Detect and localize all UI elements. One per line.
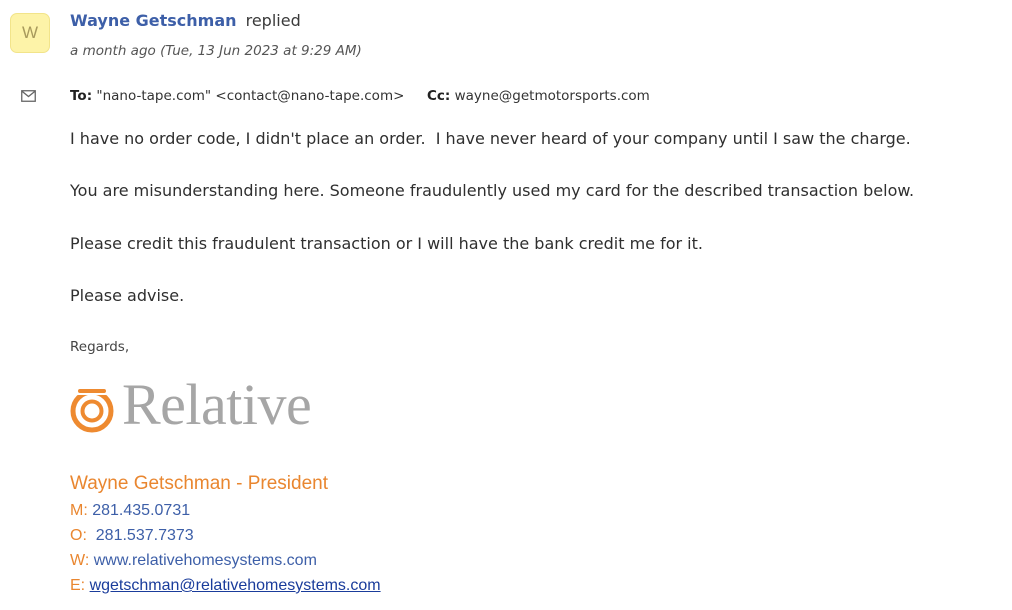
office-label: O: xyxy=(70,527,87,544)
reply-action-text: replied xyxy=(245,11,301,30)
avatar-letter: W xyxy=(21,23,39,42)
to-recipient[interactable]: "nano-tape.com" <contact@nano-tape.com> xyxy=(96,88,404,104)
website-text: www.relativehomesystems.com xyxy=(93,552,317,569)
to-label: To: xyxy=(70,88,93,104)
body-paragraph: Please credit this fraudulent transactio… xyxy=(70,234,703,253)
body-paragraph: I have no order code, I didn't place an … xyxy=(70,129,911,148)
email-link[interactable]: wgetschman@relativehomesystems.com xyxy=(90,577,381,594)
cc-recipient[interactable]: wayne@getmotorsports.com xyxy=(455,88,650,104)
office-number: 281.537.7373 xyxy=(95,527,194,544)
company-logo: Relative xyxy=(70,372,330,438)
signature-office: O: 281.537.7373 xyxy=(70,527,194,545)
avatar[interactable]: W xyxy=(10,13,50,53)
body-paragraph: You are misunderstanding here. Someone f… xyxy=(70,181,915,200)
signature-email: E: wgetschman@relativehomesystems.com xyxy=(70,577,381,595)
message-header: Wayne Getschman replied xyxy=(70,11,301,30)
regards-text: Regards, xyxy=(70,339,130,355)
mobile-label: M: xyxy=(70,502,88,519)
web-label: W: xyxy=(70,552,90,569)
mobile-number: 281.435.0731 xyxy=(92,502,191,519)
power-ring-icon xyxy=(70,389,114,433)
recipients-line: To: "nano-tape.com" <contact@nano-tape.c… xyxy=(70,88,650,104)
signature-name-title: Wayne Getschman - President xyxy=(70,473,329,494)
email-label: E: xyxy=(70,577,86,594)
logo-wordmark: Relative xyxy=(122,372,312,437)
cc-label: Cc: xyxy=(427,88,451,104)
signature-mobile: M: 281.435.0731 xyxy=(70,502,190,520)
envelope-icon xyxy=(21,90,36,102)
body-paragraph: Please advise. xyxy=(70,286,185,305)
message-timestamp: a month ago (Tue, 13 Jun 2023 at 9:29 AM… xyxy=(70,43,362,59)
sender-name[interactable]: Wayne Getschman xyxy=(70,11,237,30)
signature-website: W: www.relativehomesystems.com xyxy=(70,552,317,570)
